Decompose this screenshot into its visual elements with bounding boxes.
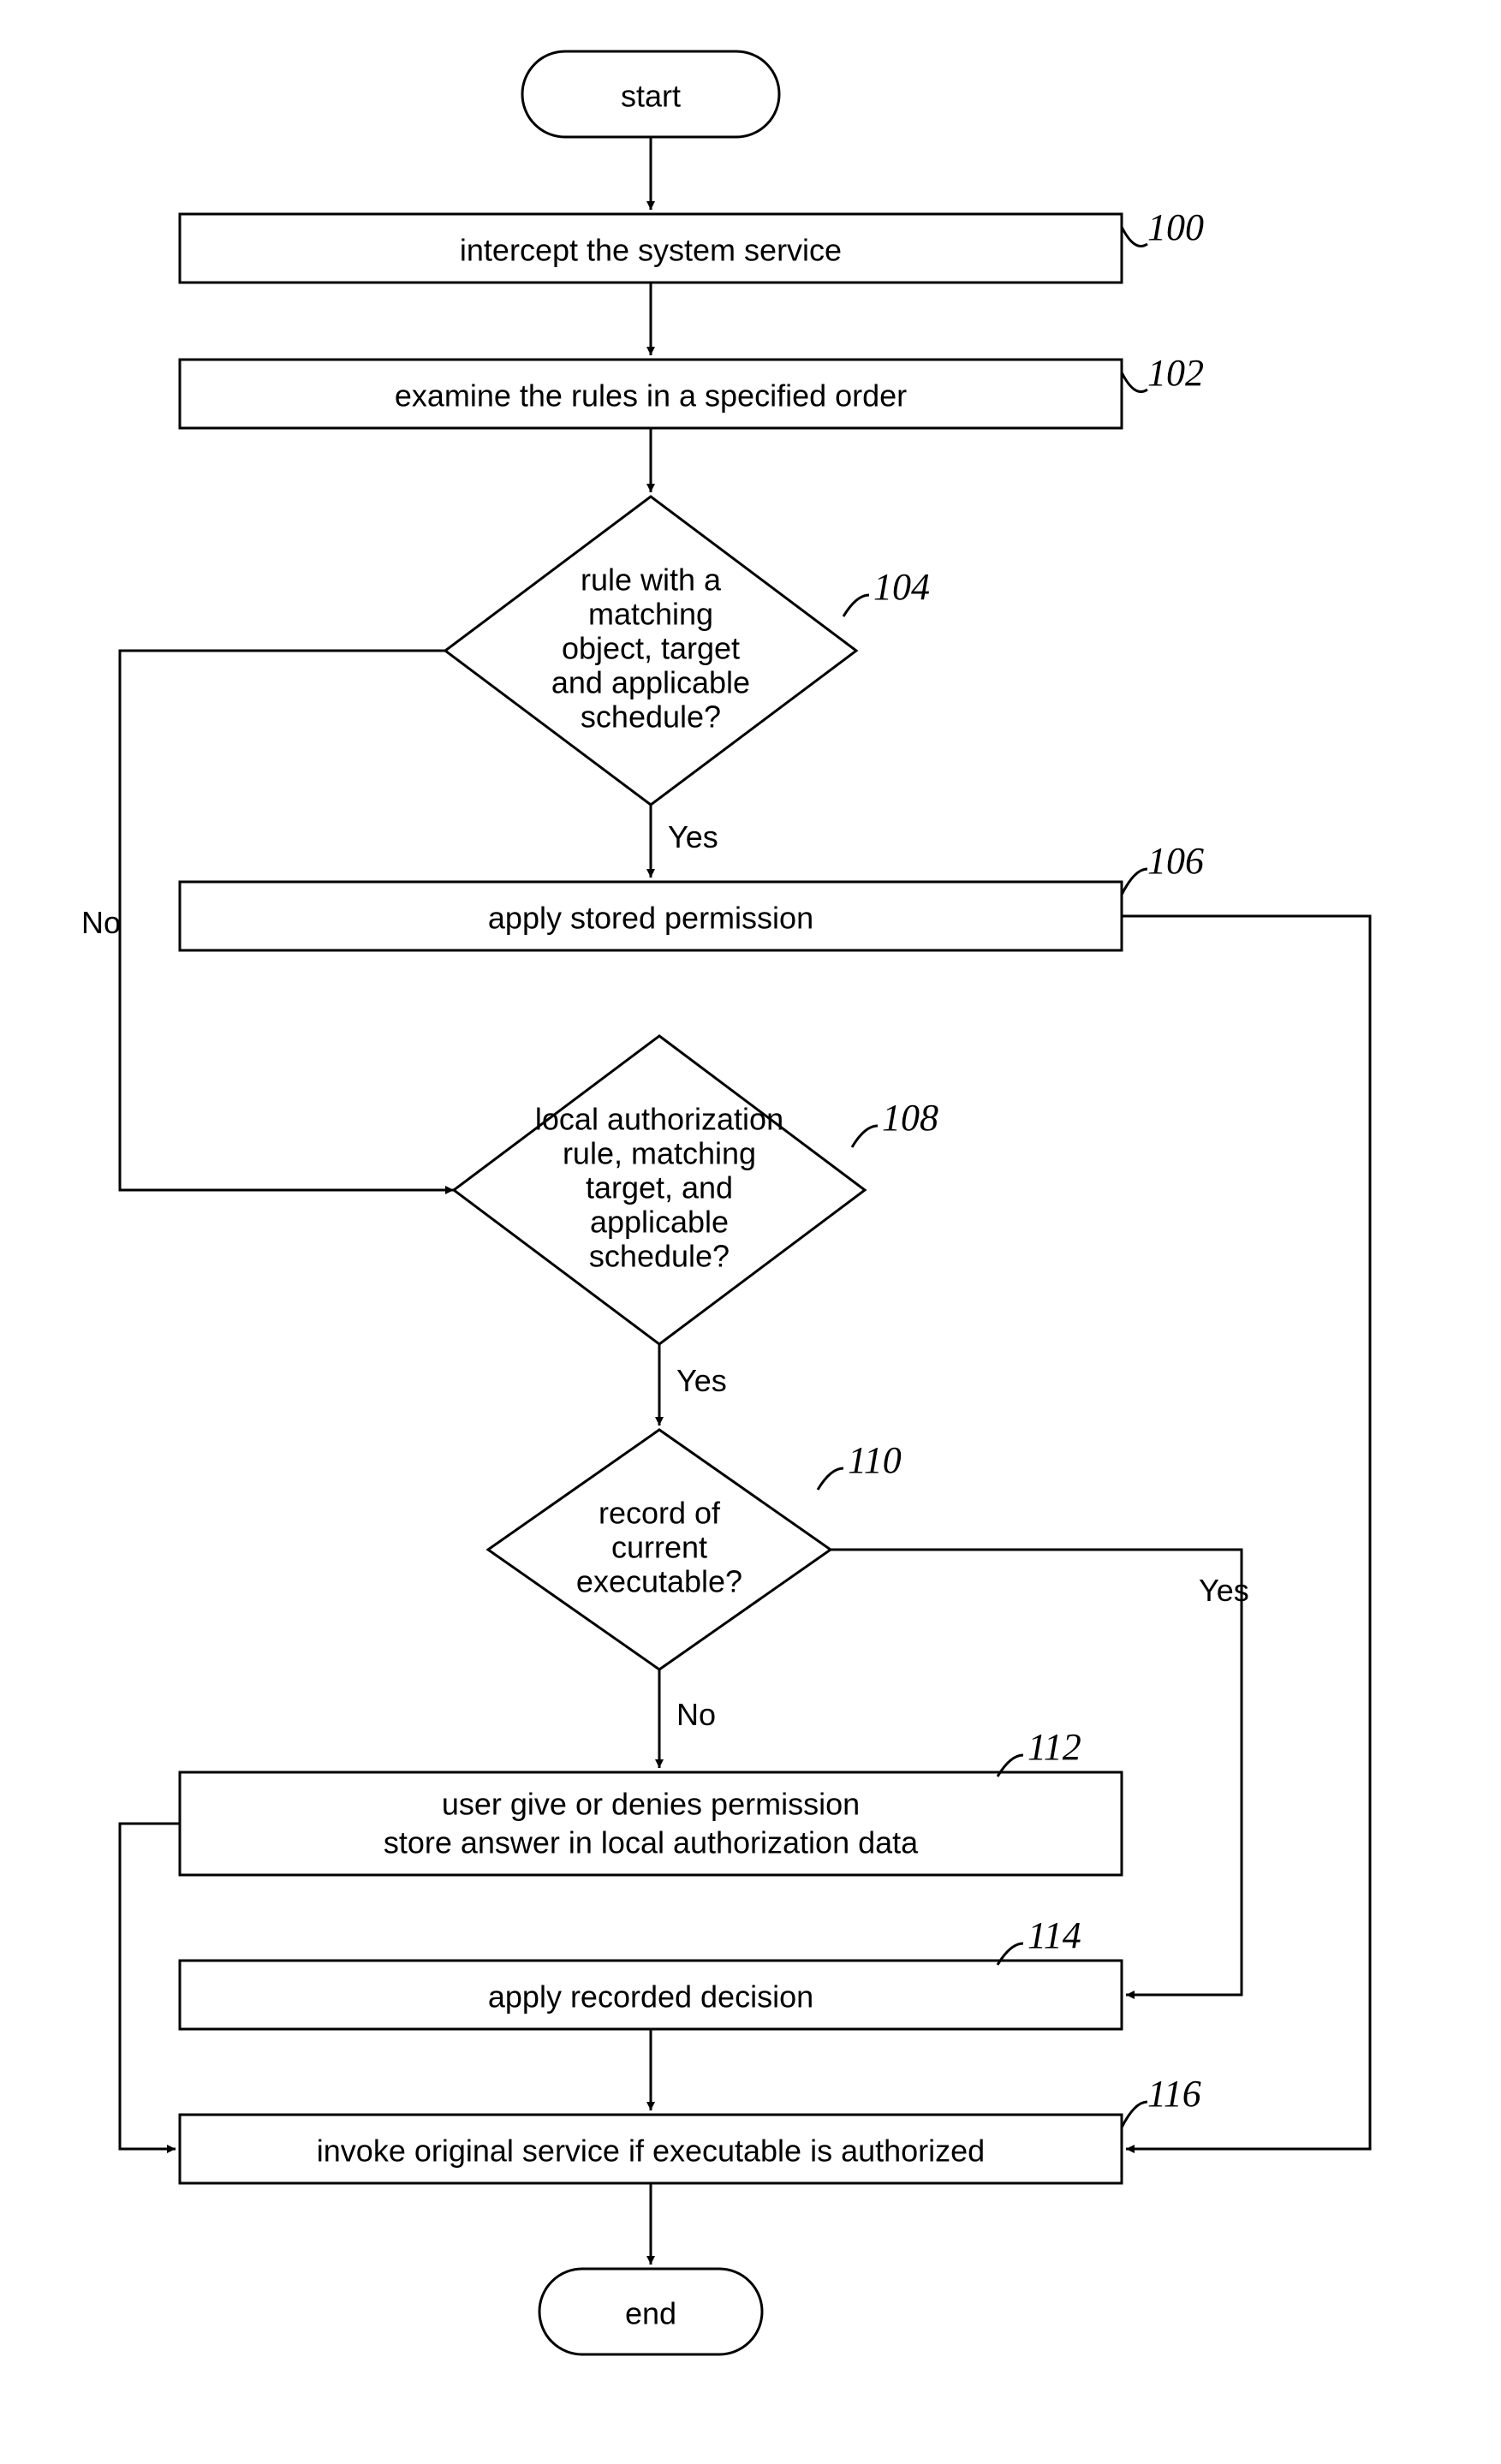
d108-l5: schedule?	[589, 1239, 730, 1274]
ref-100: 100	[1147, 206, 1204, 248]
d110-l3: executable?	[576, 1564, 742, 1599]
d104-l2: matching	[588, 597, 713, 632]
d110-l2: current	[611, 1530, 707, 1565]
ref-112: 112	[1027, 1726, 1081, 1768]
d108-l4: applicable	[590, 1205, 729, 1240]
d104-l4: and applicable	[551, 665, 750, 700]
step-116-label: invoke original service if executable is…	[317, 2134, 985, 2169]
d110-l1: record of	[599, 1496, 721, 1531]
start-label: start	[621, 79, 681, 114]
ref-116: 116	[1147, 2073, 1201, 2115]
ref-110: 110	[848, 1439, 902, 1481]
edge-104-yes: Yes	[668, 819, 718, 854]
step-106-label: apply stored permission	[488, 901, 813, 936]
d108-l1: local authorization	[535, 1102, 783, 1137]
ref-102: 102	[1147, 352, 1204, 394]
d104-l3: object, target	[562, 631, 740, 666]
d104-l5: schedule?	[581, 699, 721, 735]
ref-108: 108	[882, 1097, 938, 1139]
edge-108-yes: Yes	[676, 1363, 727, 1398]
end-label: end	[625, 2296, 676, 2331]
step-112-l2: store answer in local authorization data	[384, 1825, 919, 1860]
ref-106: 106	[1147, 840, 1204, 882]
edge-110-no: No	[676, 1697, 716, 1732]
ref-114: 114	[1027, 1914, 1081, 1956]
d108-l3: target, and	[586, 1170, 733, 1205]
step-102-label: examine the rules in a specified order	[395, 378, 907, 414]
step-100-label: intercept the system service	[460, 233, 842, 268]
d104-l1: rule with a	[581, 562, 722, 598]
edge-104-no: No	[81, 905, 121, 940]
ref-104: 104	[873, 566, 930, 608]
edge-110-yes: Yes	[1199, 1573, 1249, 1608]
d108-l2: rule, matching	[563, 1136, 756, 1171]
step-114-label: apply recorded decision	[488, 1979, 813, 2015]
step-112-l1: user give or denies permission	[442, 1787, 860, 1822]
